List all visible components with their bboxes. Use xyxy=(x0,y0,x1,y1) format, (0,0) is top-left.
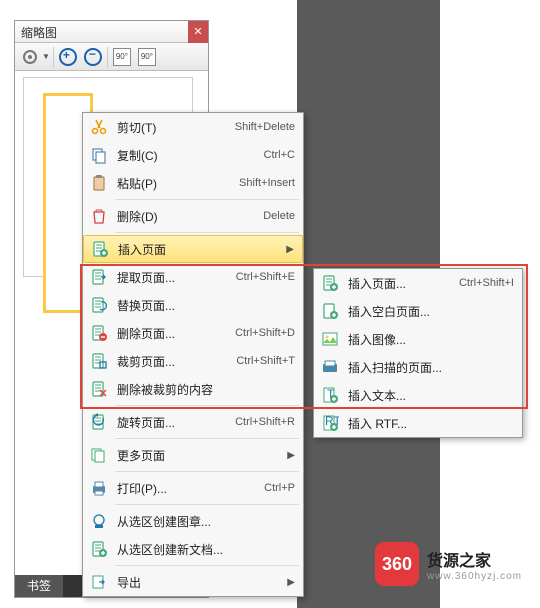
submenu-arrow-icon: ▶ xyxy=(286,244,294,255)
replace-icon xyxy=(89,295,109,315)
menu-item[interactable]: RTF 插入 RTF... xyxy=(314,409,522,437)
logo-badge: 360 xyxy=(375,542,419,586)
watermark-logo: 360 货源之家 www.360hyzj.com xyxy=(375,542,522,586)
menu-label: 插入图像... xyxy=(348,331,514,348)
delpage-icon xyxy=(89,323,109,343)
menu-label: 提取页面... xyxy=(117,269,236,286)
close-button[interactable]: ✕ xyxy=(188,21,208,43)
context-menu: 剪切(T)Shift+Delete复制(C)Ctrl+C粘贴(P)Shift+I… xyxy=(82,112,304,597)
rotate-icon xyxy=(89,412,109,432)
newdoc-icon xyxy=(89,539,109,559)
menu-item[interactable]: 删除被裁剪的内容 xyxy=(83,375,303,403)
image-icon xyxy=(320,329,340,349)
menu-label: 更多页面 xyxy=(117,447,283,464)
toolbar: ▼ 90° 90° xyxy=(15,43,208,71)
logo-text-cn: 货源之家 xyxy=(427,547,522,571)
menu-item[interactable]: 删除(D)Delete xyxy=(83,202,303,230)
menu-item[interactable]: 提取页面...Ctrl+Shift+E xyxy=(83,263,303,291)
panel-title-text: 缩略图 xyxy=(21,26,57,40)
menu-item[interactable]: 从选区创建图章... xyxy=(83,507,303,535)
more-icon xyxy=(89,445,109,465)
menu-item[interactable]: 插入页面 ▶ xyxy=(83,235,303,263)
menu-label: 插入页面 xyxy=(118,241,282,258)
menu-shortcut: Shift+Delete xyxy=(235,121,295,133)
menu-shortcut: Shift+Insert xyxy=(239,177,295,189)
insert-icon xyxy=(90,239,110,259)
menu-label: 插入空白页面... xyxy=(348,303,514,320)
zoom-in-button[interactable] xyxy=(57,46,79,68)
crop-icon xyxy=(89,351,109,371)
menu-item[interactable]: 从选区创建新文档... xyxy=(83,535,303,563)
menu-label: 插入扫描的页面... xyxy=(348,359,514,376)
menu-item[interactable]: 插入页面...Ctrl+Shift+I xyxy=(314,269,522,297)
rtf-icon: RTF xyxy=(320,413,340,433)
scan-icon xyxy=(320,357,340,377)
menu-shortcut: Ctrl+P xyxy=(264,482,295,494)
menu-item[interactable]: 打印(P)...Ctrl+P xyxy=(83,474,303,502)
text-icon: T xyxy=(320,385,340,405)
menu-label: 旋转页面... xyxy=(117,414,235,431)
menu-label: 粘贴(P) xyxy=(117,175,239,192)
submenu-arrow-icon: ▶ xyxy=(287,450,295,461)
logo-text-en: www.360hyzj.com xyxy=(427,571,522,582)
stamp-icon xyxy=(89,511,109,531)
delcrop-icon xyxy=(89,379,109,399)
menu-label: 插入页面... xyxy=(348,275,459,292)
extract-icon xyxy=(89,267,109,287)
context-submenu: 插入页面...Ctrl+Shift+I 插入空白页面... 插入图像... 插入扫描的… xyxy=(313,268,523,438)
panel-title: 缩略图 ✕ xyxy=(15,21,208,43)
menu-shortcut: Ctrl+Shift+R xyxy=(235,416,295,428)
menu-label: 剪切(T) xyxy=(117,119,235,136)
menu-label: 删除被裁剪的内容 xyxy=(117,381,295,398)
menu-item[interactable]: 删除页面...Ctrl+Shift+D xyxy=(83,319,303,347)
menu-label: 从选区创建新文档... xyxy=(117,541,295,558)
delete-icon xyxy=(89,206,109,226)
rotate-cw-button[interactable]: 90° xyxy=(136,46,158,68)
menu-item[interactable]: 导出 ▶ xyxy=(83,568,303,596)
menu-shortcut: Delete xyxy=(263,210,295,222)
menu-shortcut: Ctrl+Shift+I xyxy=(459,277,514,289)
submenu-arrow-icon: ▶ xyxy=(287,577,295,588)
menu-item[interactable]: 旋转页面...Ctrl+Shift+R xyxy=(83,408,303,436)
menu-item[interactable]: 插入空白页面... xyxy=(314,297,522,325)
menu-shortcut: Ctrl+Shift+D xyxy=(235,327,295,339)
menu-label: 删除页面... xyxy=(117,325,235,342)
menu-item[interactable]: T 插入文本... xyxy=(314,381,522,409)
menu-label: 打印(P)... xyxy=(117,480,264,497)
menu-item[interactable]: 替换页面... xyxy=(83,291,303,319)
menu-item[interactable]: 剪切(T)Shift+Delete xyxy=(83,113,303,141)
menu-item[interactable]: 裁剪页面...Ctrl+Shift+T xyxy=(83,347,303,375)
options-button[interactable] xyxy=(19,46,41,68)
rotate-ccw-button[interactable]: 90° xyxy=(111,46,133,68)
export-icon xyxy=(89,572,109,592)
copy-icon xyxy=(89,145,109,165)
menu-shortcut: Ctrl+Shift+T xyxy=(236,355,295,367)
menu-label: 导出 xyxy=(117,574,283,591)
blank-icon xyxy=(320,301,340,321)
zoom-out-button[interactable] xyxy=(82,46,104,68)
menu-item[interactable]: 插入扫描的页面... xyxy=(314,353,522,381)
paste-icon xyxy=(89,173,109,193)
insert-icon xyxy=(320,273,340,293)
tab-bookmark[interactable]: 书签 xyxy=(15,575,63,597)
dropdown-icon: ▼ xyxy=(42,52,50,61)
menu-label: 裁剪页面... xyxy=(117,353,236,370)
menu-item[interactable]: 更多页面 ▶ xyxy=(83,441,303,469)
cut-icon xyxy=(89,117,109,137)
menu-label: 插入文本... xyxy=(348,387,514,404)
menu-label: 从选区创建图章... xyxy=(117,513,295,530)
menu-label: 复制(C) xyxy=(117,147,264,164)
menu-item[interactable]: 插入图像... xyxy=(314,325,522,353)
print-icon xyxy=(89,478,109,498)
menu-label: 删除(D) xyxy=(117,208,263,225)
menu-item[interactable]: 复制(C)Ctrl+C xyxy=(83,141,303,169)
menu-shortcut: Ctrl+Shift+E xyxy=(236,271,295,283)
menu-item[interactable]: 粘贴(P)Shift+Insert xyxy=(83,169,303,197)
menu-label: 替换页面... xyxy=(117,297,295,314)
menu-shortcut: Ctrl+C xyxy=(264,149,295,161)
menu-label: 插入 RTF... xyxy=(348,415,514,432)
